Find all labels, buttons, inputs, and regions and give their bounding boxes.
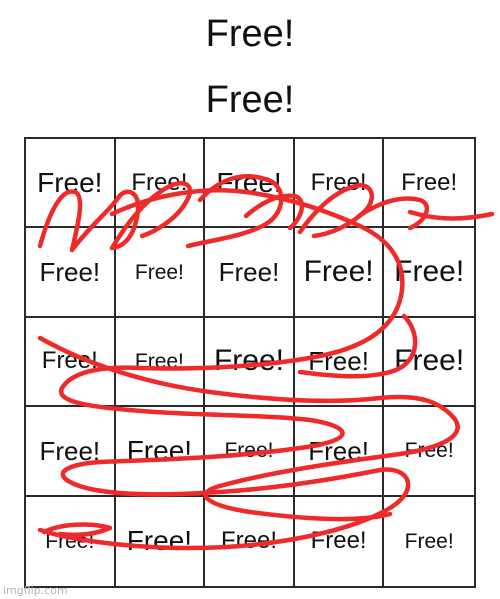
cell-text: Free! xyxy=(134,349,184,373)
cell-text: Free! xyxy=(224,439,274,463)
bingo-cell: Free! xyxy=(26,139,116,229)
cell-text: Free! xyxy=(134,260,184,284)
cell-text: Free! xyxy=(216,166,282,198)
bingo-cell: Free! xyxy=(384,318,474,408)
bingo-cell: Free! xyxy=(115,139,206,229)
cell-text: Free! xyxy=(131,168,188,196)
bingo-cell: Free! xyxy=(384,407,474,497)
cell-text: Free! xyxy=(213,344,284,378)
title-line-1: Free! xyxy=(205,13,295,55)
cell-text: Free! xyxy=(39,257,101,288)
bingo-cell: Free! xyxy=(26,496,116,586)
cell-text: Free! xyxy=(310,527,367,555)
title-line-2: Free! xyxy=(205,79,295,121)
cell-text: Free! xyxy=(404,439,454,463)
cell-text: Free! xyxy=(308,435,369,466)
cell-text: Free! xyxy=(394,255,465,289)
cell-text: Free! xyxy=(126,434,193,466)
cell-text: Free! xyxy=(126,525,193,557)
bingo-cell: Free! xyxy=(205,228,295,318)
bingo-cell: Free! xyxy=(294,228,385,318)
cell-text: Free! xyxy=(220,527,277,555)
bingo-cell: Free! xyxy=(384,228,474,318)
bingo-cell: Free! xyxy=(116,496,206,586)
bingo-cell: Free! xyxy=(294,317,385,408)
cell-text: Free! xyxy=(394,344,465,378)
bingo-cell: Free! xyxy=(294,407,385,497)
bingo-cell: Free! xyxy=(26,317,116,408)
bingo-board: Free! Free! Free! Free! Free! Free! Free… xyxy=(24,137,476,588)
cell-text: Free! xyxy=(303,255,374,289)
bingo-cell: Free! xyxy=(384,139,474,229)
bingo-cell: Free! xyxy=(205,496,295,586)
bingo-cell: Free! xyxy=(205,407,295,497)
bingo-cell: Free! xyxy=(115,317,206,408)
cell-text: Free! xyxy=(45,529,95,553)
cell-text: Free! xyxy=(310,168,367,196)
cell-text: Free! xyxy=(401,168,458,196)
cell-text: Free! xyxy=(308,346,369,377)
bingo-cell: Free! xyxy=(115,407,206,497)
bingo-cell: Free! xyxy=(294,139,385,229)
bingo-cell: Free! xyxy=(205,139,295,229)
bingo-cell: Free! xyxy=(205,317,295,408)
cell-text: Free! xyxy=(37,166,103,198)
cell-text: Free! xyxy=(41,347,98,375)
bingo-cell: Free! xyxy=(115,228,206,318)
cell-text: Free! xyxy=(39,435,101,466)
bingo-cell: Free! xyxy=(26,407,116,497)
cell-text: Free! xyxy=(218,257,280,288)
cell-text: Free! xyxy=(404,529,454,553)
bingo-cell: Free! xyxy=(384,497,474,586)
bingo-cell: Free! xyxy=(295,496,385,586)
watermark: imgflip.com xyxy=(3,584,68,597)
bingo-cell: Free! xyxy=(26,228,116,318)
